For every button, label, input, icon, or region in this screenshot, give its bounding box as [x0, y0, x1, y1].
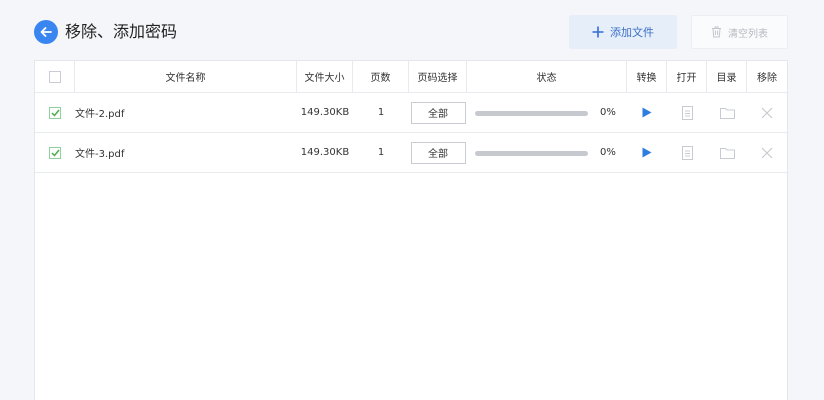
file-size: 149.30KB — [300, 107, 350, 118]
play-icon — [642, 147, 652, 158]
progress-text: 0% — [600, 147, 616, 158]
page-count: 1 — [377, 107, 385, 118]
table-row: 文件-2.pdf 149.30KB 1 全部 0% — [35, 93, 787, 133]
page-title: 移除、添加密码 — [65, 22, 178, 41]
file-size: 149.30KB — [300, 147, 350, 158]
open-file-button[interactable] — [667, 133, 707, 172]
checkmark-icon — [50, 149, 60, 157]
file-table: 文件名称 文件大小 页数 页码选择 状态 转换 打开 目录 移除 文件-2.pd… — [34, 60, 788, 400]
status-cell: 0% — [467, 93, 627, 132]
progress-text: 0% — [600, 107, 616, 118]
row-select-cell — [35, 93, 75, 132]
progress-bar — [475, 151, 588, 156]
plus-icon — [592, 26, 604, 38]
arrow-left-icon — [40, 27, 52, 37]
open-directory-button[interactable] — [707, 93, 747, 132]
progress-bar — [475, 111, 588, 116]
column-header-convert: 转换 — [627, 61, 667, 92]
document-icon — [681, 105, 693, 120]
file-name: 文件-3.pdf — [75, 149, 125, 160]
convert-button[interactable] — [627, 93, 667, 132]
clear-list-button[interactable]: 清空列表 — [691, 15, 788, 49]
file-name: 文件-2.pdf — [75, 109, 125, 120]
document-icon — [681, 145, 693, 160]
add-file-button[interactable]: 添加文件 — [569, 15, 677, 49]
row-checkbox[interactable] — [49, 146, 61, 159]
select-all-checkbox[interactable] — [48, 70, 61, 83]
column-header-pages: 页数 — [353, 61, 409, 92]
column-header-open: 打开 — [667, 61, 707, 92]
page-range-cell: 全部 — [409, 133, 467, 172]
table-header: 文件名称 文件大小 页数 页码选择 状态 转换 打开 目录 移除 — [35, 61, 787, 93]
folder-icon — [719, 107, 735, 119]
page-count: 1 — [377, 147, 385, 158]
row-select-cell — [35, 133, 75, 172]
column-header-name: 文件名称 — [75, 61, 297, 92]
play-icon — [642, 107, 652, 118]
open-file-button[interactable] — [667, 93, 707, 132]
column-header-remove: 移除 — [757, 73, 777, 84]
close-icon — [761, 107, 773, 118]
column-header-directory: 目录 — [707, 61, 747, 92]
remove-file-button[interactable] — [747, 93, 787, 132]
checkmark-icon — [50, 109, 60, 117]
status-cell: 0% — [467, 133, 627, 172]
column-header-status: 状态 — [467, 61, 627, 92]
page-range-button[interactable]: 全部 — [410, 141, 466, 164]
trash-icon — [712, 26, 721, 38]
header-select-all-cell — [35, 61, 75, 92]
row-checkbox[interactable] — [49, 106, 61, 119]
table-row: 文件-3.pdf 149.30KB 1 全部 0% — [35, 133, 787, 173]
column-header-size: 文件大小 — [297, 61, 353, 92]
page-range-cell: 全部 — [409, 93, 467, 132]
page-range-button[interactable]: 全部 — [410, 101, 466, 124]
add-file-label: 添加文件 — [610, 26, 654, 39]
clear-list-label: 清空列表 — [728, 28, 768, 40]
close-icon — [761, 147, 773, 158]
column-header-range: 页码选择 — [409, 61, 467, 92]
back-button[interactable] — [34, 20, 58, 44]
folder-icon — [719, 147, 735, 159]
open-directory-button[interactable] — [707, 133, 747, 172]
remove-file-button[interactable] — [747, 133, 787, 172]
convert-button[interactable] — [627, 133, 667, 172]
